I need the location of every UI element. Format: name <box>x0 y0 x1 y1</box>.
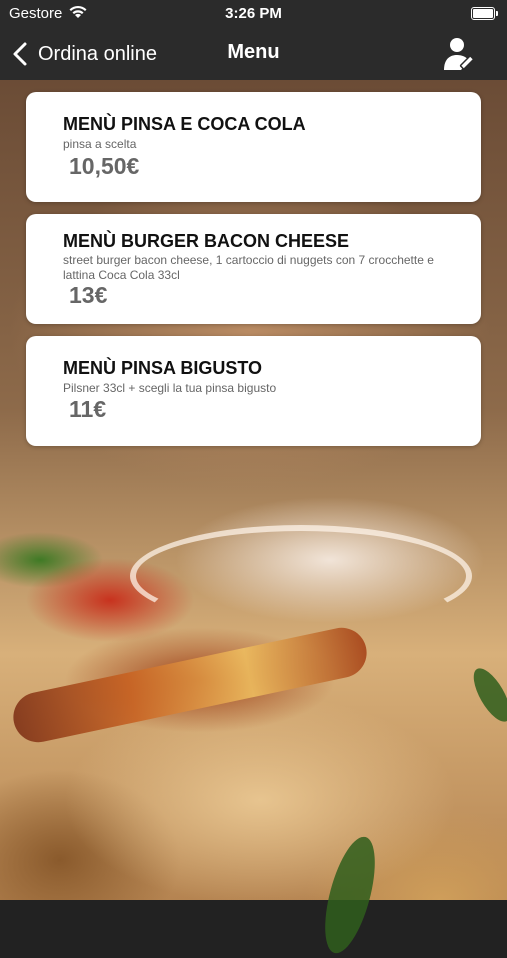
navigation-bar: Ordina online Menu <box>0 28 507 80</box>
menu-item-price: 13€ <box>69 282 108 308</box>
battery-icon <box>471 7 498 20</box>
menu-item-title: MENÙ PINSA BIGUSTO <box>63 358 263 378</box>
status-bar: Gestore 3:26 PM <box>0 0 507 28</box>
back-button[interactable]: Ordina online <box>10 36 157 72</box>
menu-item-title: MENÙ BURGER BACON CHEESE <box>63 231 350 251</box>
background-onion-decoration <box>130 525 472 627</box>
food-background-image <box>0 80 507 958</box>
menu-item-price: 10,50€ <box>69 153 140 179</box>
menu-item-description: street burger bacon cheese, 1 cartoccio … <box>63 253 434 282</box>
background-leaf-decoration <box>466 663 507 727</box>
clock: 3:26 PM <box>225 5 282 22</box>
menu-item-title: MENÙ PINSA E COCA COLA <box>63 114 306 134</box>
menu-item-card[interactable]: MENÙ PINSA BIGUSTO Pilsner 33cl + scegli… <box>26 336 481 446</box>
background-leaf-decoration <box>315 831 385 958</box>
menu-item-description: pinsa a scelta <box>63 137 137 151</box>
user-edit-icon[interactable] <box>443 36 475 72</box>
background-bacon-decoration <box>8 623 372 747</box>
menu-item-description: Pilsner 33cl + scegli la tua pinsa bigus… <box>63 381 277 395</box>
menu-item-price: 11€ <box>69 396 107 422</box>
menu-item-card[interactable]: MENÙ BURGER BACON CHEESE street burger b… <box>26 214 481 324</box>
back-button-label: Ordina online <box>38 42 157 65</box>
chevron-left-icon <box>13 42 27 66</box>
menu-item-card[interactable]: MENÙ PINSA E COCA COLA pinsa a scelta 10… <box>26 92 481 202</box>
